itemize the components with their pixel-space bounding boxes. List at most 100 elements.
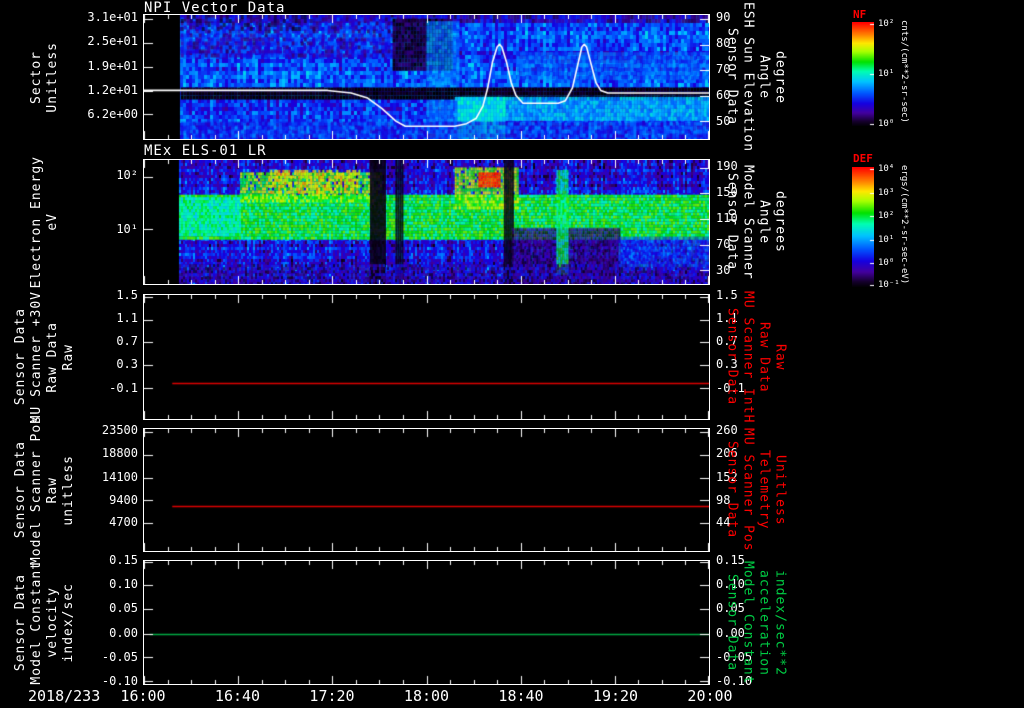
panel2-left-tick-0: 1.5 [116,288,138,303]
panel2-left-tick-4: -0.1 [109,381,138,395]
panel4-left-axis-label-line-0: Sensor Data [12,573,28,672]
panel1-right-axis-label-line-2: Angle [756,199,772,245]
panel1-left-axis-label-line-0: Electron Energy [28,155,44,289]
panel0-right-axis-label: Sensor Data ESH Sun Elevation Angle degree [724,2,788,152]
panel2-right-axis-label-line-1: MU Scanner IntH [740,290,756,424]
panel0-left-tick-4: 6.2e+00 [87,106,138,121]
els-spectrogram-canvas [144,160,709,284]
nf-colorbar-gradient [852,22,874,126]
def-colorbar [852,167,874,287]
panel3-left-tick-4: 4700 [109,515,138,530]
colorbar1-tick-3: 10¹ [878,234,895,245]
panel2-left-axis-label-line-0: Sensor Data [12,308,28,406]
panel4-left-tick-4: -0.05 [101,650,138,664]
panel3-right-axis-label: Sensor Data MU Scanner Pos Telemetry Unitle… [724,428,788,552]
panel4-right-axis-label: Sensor Data Model Constant acceleration ind… [724,560,788,685]
panel0-right-axis-label-line-1: ESH Sun Elevation [740,1,756,153]
panel4-left-axis-label-line-3: index/sec [60,582,76,663]
panel4-right-axis-label-line-2: acceleration [756,569,772,676]
mu-scanner-raw-canvas [144,295,709,419]
colorbar1-tick-0: 10⁴ [878,164,895,175]
panel0-right-axis-label-line-0: Sensor Data [724,28,740,126]
xaxis-tick-label-5: 19:20 [592,687,639,705]
panel2-right-axis-label-line-2: Raw Data [756,321,772,393]
panel3-left-tick-1: 18800 [101,446,138,461]
panel0-left-axis-label-line-0: Sector [28,50,44,104]
panel1-right-axis-label-line-0: Sensor Data [724,173,740,271]
panel3-right-axis-label-line-3: Unitless [772,454,788,526]
panel4-left-axis-label-line-2: velocity [44,587,60,658]
colorbar0-tick-0: 10² [878,19,895,30]
panel4-left-tick-2: 0.05 [109,601,138,615]
panel4-right-axis-label-line-1: Model Constant [740,560,756,685]
colorbar1-tick-1: 10³ [878,187,895,198]
colorbar0-tick-2: 10⁰ [878,118,895,129]
science-multipanel-plot: NPI Vector Data MEx ELS-01 LR NF cnts/(c… [0,0,1024,708]
npi-vector-data-panel [143,14,710,140]
model-constant-velocity-canvas [144,561,709,684]
colorbar0-tick-1: 10¹ [878,69,895,79]
panel0-left-tick-2: 1.9e+01 [87,58,138,73]
scanner-pos-panel [143,428,710,552]
xaxis-tick-label-1: 16:40 [214,687,261,705]
panel3-left-tick-0: 23500 [101,422,138,437]
panel4-left-tick-0: 0.15 [109,553,138,567]
panel0-right-axis-label-line-2: Angle [756,54,772,100]
panel4-right-axis-label-line-3: index/sec**2 [772,569,788,676]
panel3-right-axis-label-line-1: MU Scanner Pos [740,428,756,552]
panel0-left-axis-label-line-1: Unitless [44,41,60,113]
panel4-left-tick-1: 0.10 [109,576,138,591]
def-colorbar-title: DEF [853,152,873,165]
panel3-left-tick-3: 9400 [109,492,138,507]
panel0-left-tick-3: 1.2e+01 [87,82,138,97]
panel3-left-axis-label-line-2: Raw [44,476,60,504]
x-axis-date-label: 2018/233 [28,687,101,705]
panel2-right-axis-label-line-0: Sensor Data [724,308,740,406]
panel0-right-axis-label-line-3: degree [772,50,788,104]
panel3-right-axis-label-line-2: Telemetry [756,450,772,530]
panel2-left-axis-label: Sensor Data MU Scanner +30V Raw Data Raw [12,290,76,424]
panel2-left-tick-3: 0.3 [116,356,138,371]
xaxis-tick-label-2: 17:20 [309,687,355,705]
nf-colorbar-title: NF [853,8,867,21]
model-constant-velocity-panel [143,560,710,685]
panel2-left-tick-2: 0.7 [116,333,138,348]
panel4-left-tick-3: 0.00 [109,626,138,640]
colorbar1-tick-2: 10² [878,211,895,222]
panel1-left-axis-label-line-1: eV [44,213,60,231]
panel1-right-axis-label-line-3: degrees [772,191,788,253]
panel1-left-tick-1: 10¹ [116,221,138,236]
panel1-right-axis-label: Sensor Data Model Scanner Angle degrees [724,159,788,285]
panel2-right-axis-label: Sensor Data MU Scanner IntH Raw Data Raw [724,290,788,424]
nf-colorbar-units: cnts/(cm**2-sr-sec) [899,20,909,123]
panel3-left-tick-2: 14100 [101,469,138,484]
def-colorbar-units: ergs/(cm**2-sr-sec-eV) [899,165,909,285]
scanner-pos-canvas [144,429,709,551]
panel1-right-axis-label-line-1: Model Scanner [740,164,756,280]
panel4-right-axis-label-line-0: Sensor Data [724,573,740,672]
panel3-left-axis-label-line-0: Sensor Data [12,441,28,539]
mu-scanner-raw-panel [143,294,710,420]
panel2-title: MEx ELS-01 LR [144,143,267,159]
panel1-left-axis-label: Electron Energy eV [14,155,74,289]
panel4-left-axis-label: Sensor Data Model Constant velocity index/s… [12,560,76,685]
panel2-left-tick-1: 1.1 [116,310,138,325]
panel3-left-axis-label-line-3: unitless [60,454,76,526]
panel3-left-axis-label: Sensor Data Model Scanner Pos Raw unitless [12,415,76,565]
panel3-right-axis-label-line-0: Sensor Data [724,441,740,539]
panel2-left-axis-label-line-3: Raw [60,343,76,371]
panel2-right-axis-label-line-3: Raw [772,343,788,371]
panel0-left-axis-label: Sector Unitless [14,14,74,140]
panel0-left-tick-0: 3.1e+01 [87,9,138,24]
xaxis-tick-label-4: 18:40 [498,687,544,705]
xaxis-tick-label-6: 20:00 [687,687,733,705]
panel1-left-tick-0: 10² [116,168,138,182]
nf-colorbar [852,22,874,126]
panel2-left-axis-label-line-2: Raw Data [44,321,60,393]
xaxis-tick-label-0: 16:00 [120,687,166,705]
panel0-left-tick-1: 2.5e+01 [87,34,138,49]
panel2-left-axis-label-line-1: MU Scanner +30V [28,290,44,424]
npi-spectrogram-canvas [144,15,709,139]
els-spectrogram-panel [143,159,710,285]
colorbar1-tick-5: 10⁻¹ [878,279,900,290]
